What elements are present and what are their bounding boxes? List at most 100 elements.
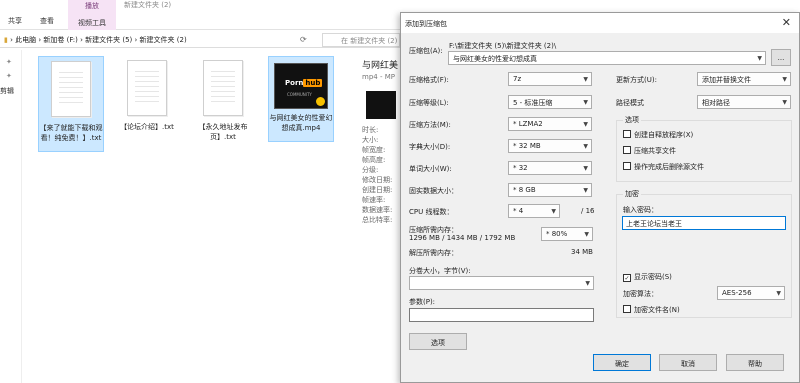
- level-select[interactable]: 5 - 标准压缩 ▼: [508, 95, 592, 109]
- password-input[interactable]: 上老王论坛当老王: [622, 216, 786, 230]
- demem-value: 34 MB: [571, 248, 593, 256]
- refresh-icon[interactable]: ⟳: [300, 35, 307, 44]
- text-file-icon: [51, 61, 91, 117]
- chevron-down-icon: ▼: [782, 76, 787, 83]
- sfx-label: 创建自释放程序(X): [634, 131, 694, 139]
- solid-value: * 8 GB: [513, 186, 536, 194]
- cpu-max: / 16: [581, 207, 595, 215]
- archive-path: F:\新建文件夹 (5)\新建文件夹 (2)\: [449, 42, 557, 50]
- property-label: 帧宽度:: [362, 146, 386, 154]
- mem-percent-select[interactable]: * 80% ▼: [541, 227, 593, 241]
- format-value: 7z: [513, 75, 522, 83]
- options-group-title: 选项: [623, 115, 641, 125]
- context-group-label: 播放: [85, 2, 99, 10]
- crumb-folder2[interactable]: 新建文件夹 (2): [140, 36, 187, 44]
- chevron-down-icon[interactable]: ▼: [757, 55, 762, 62]
- chevron-down-icon: ▼: [776, 290, 781, 297]
- search-input[interactable]: 在 新建文件夹 (2) 中搜索: [322, 33, 421, 47]
- password-label: 输入密码：: [623, 206, 658, 214]
- chevron-down-icon: ▼: [585, 280, 590, 287]
- tab-view[interactable]: 查看: [40, 16, 54, 26]
- path-mode-select[interactable]: 相对路径 ▼: [697, 95, 791, 109]
- crumb-drive[interactable]: 新加卷 (F:): [43, 36, 78, 44]
- method-value: * LZMA2: [513, 120, 543, 128]
- update-value: 添加并替换文件: [702, 76, 751, 84]
- format-select[interactable]: 7z ▼: [508, 72, 592, 86]
- shared-checkbox[interactable]: 压缩共享文件: [623, 146, 676, 156]
- pin-icon[interactable]: ✦: [6, 58, 12, 66]
- update-label: 更新方式(U):: [616, 76, 657, 84]
- property-label: 数据速率:: [362, 206, 393, 214]
- property-label: 修改日期:: [362, 176, 393, 184]
- method-label: 压缩方法(M):: [409, 121, 451, 129]
- method-select[interactable]: * LZMA2 ▼: [508, 117, 592, 131]
- tab-video-tools[interactable]: 视频工具: [68, 18, 116, 28]
- dialog-title: 添加到压缩包: [405, 20, 447, 28]
- word-select[interactable]: * 32 ▼: [508, 161, 592, 175]
- split-label: 分卷大小，字节(V):: [409, 267, 471, 275]
- crumb-this-pc[interactable]: 此电脑: [15, 36, 36, 44]
- chevron-down-icon: ▼: [583, 76, 588, 83]
- logo-text: Porn: [285, 79, 304, 87]
- dict-value: * 32 MB: [513, 142, 541, 150]
- property-label: 帧高度:: [362, 156, 386, 164]
- help-button[interactable]: 帮助: [726, 354, 784, 371]
- params-label: 参数(P):: [409, 298, 436, 306]
- delete-checkbox[interactable]: 操作完成后删除源文件: [623, 162, 704, 172]
- level-value: 5 - 标准压缩: [513, 99, 553, 107]
- video-tools-tab-group[interactable]: 播放 视频工具: [68, 0, 116, 30]
- navigation-pane: ✦ ✦ 剪辑: [0, 50, 22, 383]
- preview-thumbnail: [366, 91, 396, 119]
- delete-label: 操作完成后删除源文件: [634, 163, 704, 171]
- folder-icon: ▮: [4, 36, 8, 44]
- enc-method-value: AES-256: [722, 289, 752, 297]
- file-item[interactable]: 【永久地址发布页】.txt: [190, 56, 256, 142]
- chevron-down-icon: ▼: [583, 165, 588, 172]
- tab-share[interactable]: 共享: [8, 16, 22, 26]
- split-select[interactable]: ▼: [409, 276, 594, 290]
- shared-label: 压缩共享文件: [634, 147, 676, 155]
- show-password-checkbox[interactable]: ✓ 显示密码(S): [623, 272, 672, 282]
- encrypt-names-checkbox[interactable]: 加密文件名(N): [623, 305, 680, 315]
- solid-label: 固实数据大小：: [409, 187, 458, 195]
- file-item-video[interactable]: Porn hub COMMUNITY 与网红美女的性爱幻想成真.mp4: [268, 56, 334, 142]
- checkbox-box: [623, 305, 631, 313]
- word-label: 单词大小(W):: [409, 165, 452, 173]
- word-value: * 32: [513, 164, 528, 172]
- property-label: 大小:: [362, 136, 379, 144]
- dict-select[interactable]: * 32 MB ▼: [508, 139, 592, 153]
- checkbox-box: [623, 146, 631, 154]
- crumb-folder5[interactable]: 新建文件夹 (5): [85, 36, 132, 44]
- file-name: 【来了就能下载和观看！纯免费！】.txt: [39, 124, 103, 142]
- ok-button[interactable]: 确定: [593, 354, 651, 371]
- archive-name-combo[interactable]: 与网红美女的性爱幻想成真 ▼: [448, 51, 766, 65]
- cpu-select[interactable]: * 4 ▼: [508, 204, 560, 218]
- cancel-button[interactable]: 取消: [659, 354, 717, 371]
- dialog-titlebar[interactable]: 添加到压缩包 ✕: [401, 13, 799, 33]
- properties-list: 时长: 大小: 帧宽度: 帧高度: 分级: 修改日期: 创建日期: 帧速率: 数据速率: 总比特率…: [362, 125, 402, 225]
- sfx-checkbox[interactable]: 创建自释放程序(X): [623, 130, 693, 140]
- property-label: 帧速率:: [362, 196, 386, 204]
- params-input[interactable]: [409, 308, 594, 322]
- update-select[interactable]: 添加并替换文件 ▼: [697, 72, 791, 86]
- file-name: 与网红美女的性爱幻想成真.mp4: [269, 114, 333, 132]
- enc-method-select[interactable]: AES-256 ▼: [717, 286, 785, 300]
- browse-button[interactable]: ...: [771, 49, 791, 66]
- options-button[interactable]: 选项: [409, 333, 467, 350]
- file-item[interactable]: 【来了就能下载和观看！纯免费！】.txt: [38, 56, 104, 152]
- solid-select[interactable]: * 8 GB ▼: [508, 183, 592, 197]
- breadcrumb[interactable]: ▮ › 此电脑 › 新加卷 (F:) › 新建文件夹 (5) › 新建文件夹 (…: [4, 35, 187, 45]
- cpu-label: CPU 线程数：: [409, 208, 454, 216]
- format-label: 压缩格式(F):: [409, 76, 449, 84]
- file-name: 【论坛介绍】.txt: [120, 123, 174, 131]
- file-item[interactable]: 【论坛介绍】.txt: [114, 56, 180, 132]
- encrypt-names-label: 加密文件名(N): [634, 306, 680, 314]
- archive-label: 压缩包(A):: [409, 47, 443, 55]
- add-to-archive-dialog: 添加到压缩包 ✕ 压缩包(A): F:\新建文件夹 (5)\新建文件夹 (2)\…: [400, 12, 800, 383]
- close-icon[interactable]: ✕: [782, 16, 791, 29]
- chevron-down-icon: ▼: [583, 187, 588, 194]
- pin-icon[interactable]: ✦: [6, 72, 12, 80]
- encryption-group: 加密 输入密码： 上老王论坛当老王 ✓ 显示密码(S) 加密算法： AES-256…: [616, 189, 792, 318]
- check-icon: ✓: [623, 274, 631, 282]
- nav-item[interactable]: 剪辑: [0, 86, 14, 96]
